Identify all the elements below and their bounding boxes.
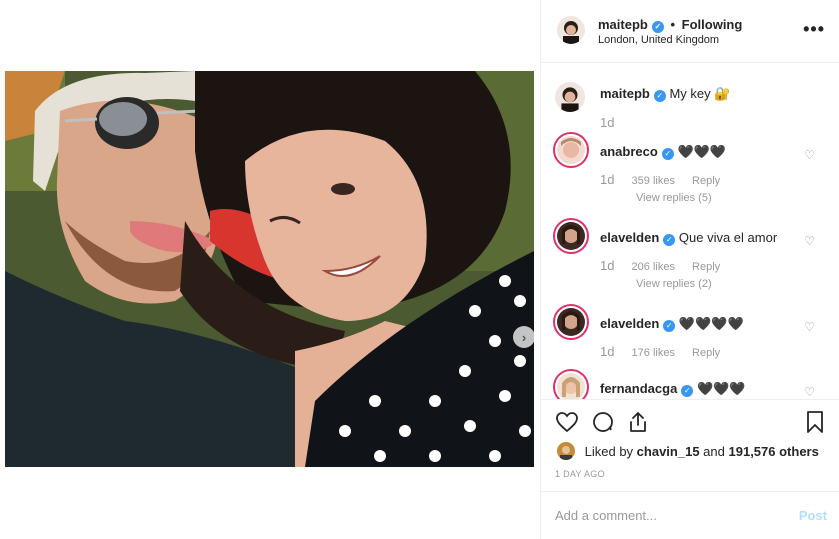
comment-text: 🖤🖤🖤 xyxy=(696,381,746,396)
comment-meta: 1d 359 likes Reply xyxy=(600,172,734,187)
comment-likes[interactable]: 176 likes xyxy=(632,347,675,359)
verified-badge-icon: ✓ xyxy=(663,234,676,246)
heart-icon[interactable] xyxy=(555,410,579,434)
list-item: elavelden ✓ 🖤🖤🖤🖤 1d 176 likes Reply ♡ xyxy=(541,304,839,364)
comment-meta: 1d 176 likes Reply xyxy=(600,344,734,359)
comment-time[interactable]: 1d xyxy=(600,258,614,273)
comment-like-heart-icon[interactable]: ♡ xyxy=(804,148,815,162)
caption-username[interactable]: maitepb xyxy=(600,86,650,101)
caption-text: My key 🔐 xyxy=(669,86,731,101)
liked-by-user-link[interactable]: chavin_15 xyxy=(637,444,700,459)
liked-by-prefix: Liked by xyxy=(584,444,634,459)
post-photo[interactable]: › xyxy=(5,71,534,467)
avatar[interactable] xyxy=(557,442,575,460)
comment-like-heart-icon[interactable]: ♡ xyxy=(804,320,815,334)
comments-list[interactable]: maitepb ✓ My key 🔐 1d anabreco ✓ 🖤🖤🖤 1d 35… xyxy=(541,64,839,399)
comment-likes[interactable]: 359 likes xyxy=(632,175,675,187)
caption: maitepb ✓ My key 🔐 1d xyxy=(541,79,839,139)
more-options-icon[interactable]: ••• xyxy=(803,20,825,38)
liked-by-line: Liked by chavin_15 and 191,576 others xyxy=(557,442,819,460)
comment-text-line: anabreco ✓ 🖤🖤🖤 xyxy=(600,144,726,160)
comment-like-heart-icon[interactable]: ♡ xyxy=(804,234,815,248)
reply-button[interactable]: Reply xyxy=(692,175,720,187)
verified-badge-icon: ✓ xyxy=(661,148,674,160)
comment-username[interactable]: elavelden xyxy=(600,316,659,331)
comment-text: 🖤🖤🖤 xyxy=(677,144,726,159)
verified-badge-icon: ✓ xyxy=(653,90,666,102)
comment-icon[interactable] xyxy=(591,410,615,434)
comment-likes[interactable]: 206 likes xyxy=(632,261,675,273)
list-item: elavelden ✓ Que viva el amor 1d 206 likes… xyxy=(541,218,839,298)
avatar[interactable] xyxy=(553,304,589,340)
comment-username[interactable]: anabreco xyxy=(600,144,658,159)
comment-time[interactable]: 1d xyxy=(600,172,614,187)
post-header: maitepb ✓ • Following London, United King… xyxy=(541,0,839,63)
comment-input[interactable]: Add a comment... xyxy=(555,508,657,523)
post-timestamp[interactable]: 1 DAY AGO xyxy=(555,469,605,479)
verified-badge-icon: ✓ xyxy=(651,21,664,33)
verified-badge-icon: ✓ xyxy=(663,320,676,332)
header-user-line: maitepb ✓ • Following xyxy=(598,17,742,33)
add-comment-bar: Add a comment... Post xyxy=(541,491,839,539)
header-separator: • xyxy=(670,17,676,32)
likes-count-link[interactable]: 191,576 others xyxy=(729,444,819,459)
couple-selfie-image xyxy=(5,71,534,467)
share-icon[interactable] xyxy=(626,410,650,434)
list-item: anabreco ✓ 🖤🖤🖤 1d 359 likes Reply View re… xyxy=(541,132,839,212)
verified-badge-icon: ✓ xyxy=(681,385,694,397)
comment-text-line: fernandacga ✓ 🖤🖤🖤 xyxy=(600,381,746,397)
location-link[interactable]: London, United Kingdom xyxy=(598,34,719,46)
comment-meta: 1d 206 likes Reply xyxy=(600,258,734,273)
post-side-panel: maitepb ✓ • Following London, United King… xyxy=(540,0,839,539)
liked-by-and: and xyxy=(703,444,725,459)
following-button[interactable]: Following xyxy=(682,17,743,32)
avatar[interactable] xyxy=(553,369,589,399)
comment-username[interactable]: fernandacga xyxy=(600,381,677,396)
reply-button[interactable]: Reply xyxy=(692,261,720,273)
bookmark-icon[interactable] xyxy=(803,410,827,434)
caption-text-line: maitepb ✓ My key 🔐 xyxy=(600,86,730,102)
avatar[interactable] xyxy=(555,82,585,112)
post-actions: Liked by chavin_15 and 191,576 others 1 … xyxy=(541,399,839,491)
comment-text-line: elavelden ✓ Que viva el amor xyxy=(600,230,777,246)
list-item: fernandacga ✓ 🖤🖤🖤 ♡ xyxy=(541,369,839,399)
avatar[interactable] xyxy=(557,16,585,44)
view-replies-button[interactable]: View replies (5) xyxy=(636,192,712,204)
comment-text-line: elavelden ✓ 🖤🖤🖤🖤 xyxy=(600,316,744,332)
comment-like-heart-icon[interactable]: ♡ xyxy=(804,385,815,399)
chevron-right-icon[interactable]: › xyxy=(513,326,534,348)
avatar[interactable] xyxy=(553,132,589,168)
comment-time[interactable]: 1d xyxy=(600,344,614,359)
post-button[interactable]: Post xyxy=(799,508,827,523)
comment-text: Que viva el amor xyxy=(678,230,778,245)
reply-button[interactable]: Reply xyxy=(692,347,720,359)
username-link[interactable]: maitepb xyxy=(598,17,648,32)
comment-text: 🖤🖤🖤🖤 xyxy=(678,316,744,331)
view-replies-button[interactable]: View replies (2) xyxy=(636,278,712,290)
caption-time[interactable]: 1d xyxy=(600,115,614,130)
comment-username[interactable]: elavelden xyxy=(600,230,659,245)
avatar[interactable] xyxy=(553,218,589,254)
photo-pane: › xyxy=(0,0,540,539)
